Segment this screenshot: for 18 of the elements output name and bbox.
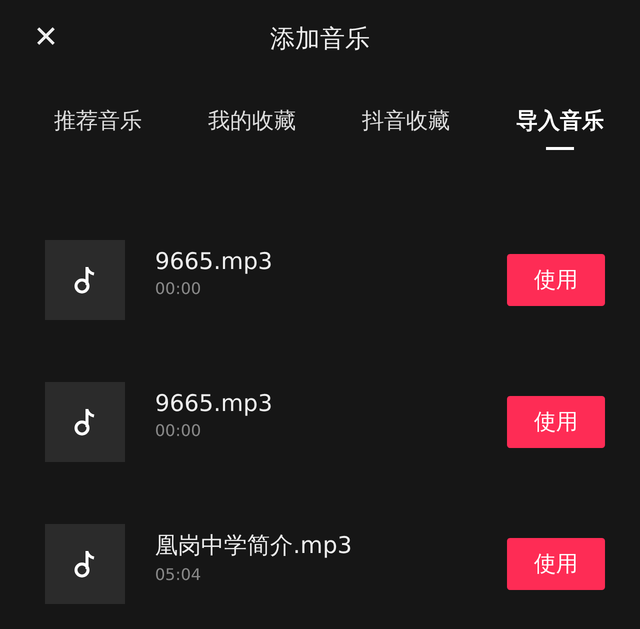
tab[interactable]: 我的收藏 (208, 106, 296, 150)
close-button[interactable]: ✕ (28, 18, 64, 58)
tab[interactable]: 抖音收藏 (362, 106, 450, 150)
use-button[interactable]: 使用 (507, 538, 605, 590)
music-note-icon (74, 265, 96, 295)
track-duration: 00:00 (155, 420, 202, 440)
track-name: 9665.mp3 (155, 248, 274, 274)
tab[interactable]: 推荐音乐 (54, 106, 142, 150)
music-note-icon (74, 407, 96, 437)
music-note-icon (74, 549, 96, 579)
use-button[interactable]: 使用 (507, 254, 605, 306)
track-name: 凰岗中学简介.mp3 (155, 532, 353, 561)
page-title: 添加音乐 (270, 22, 370, 54)
track-duration: 00:00 (155, 278, 202, 298)
track-name: 9665.mp3 (155, 390, 274, 416)
tab[interactable]: 导入音乐 (516, 106, 604, 150)
use-button[interactable]: 使用 (507, 396, 605, 448)
track-duration: 05:04 (155, 565, 202, 584)
